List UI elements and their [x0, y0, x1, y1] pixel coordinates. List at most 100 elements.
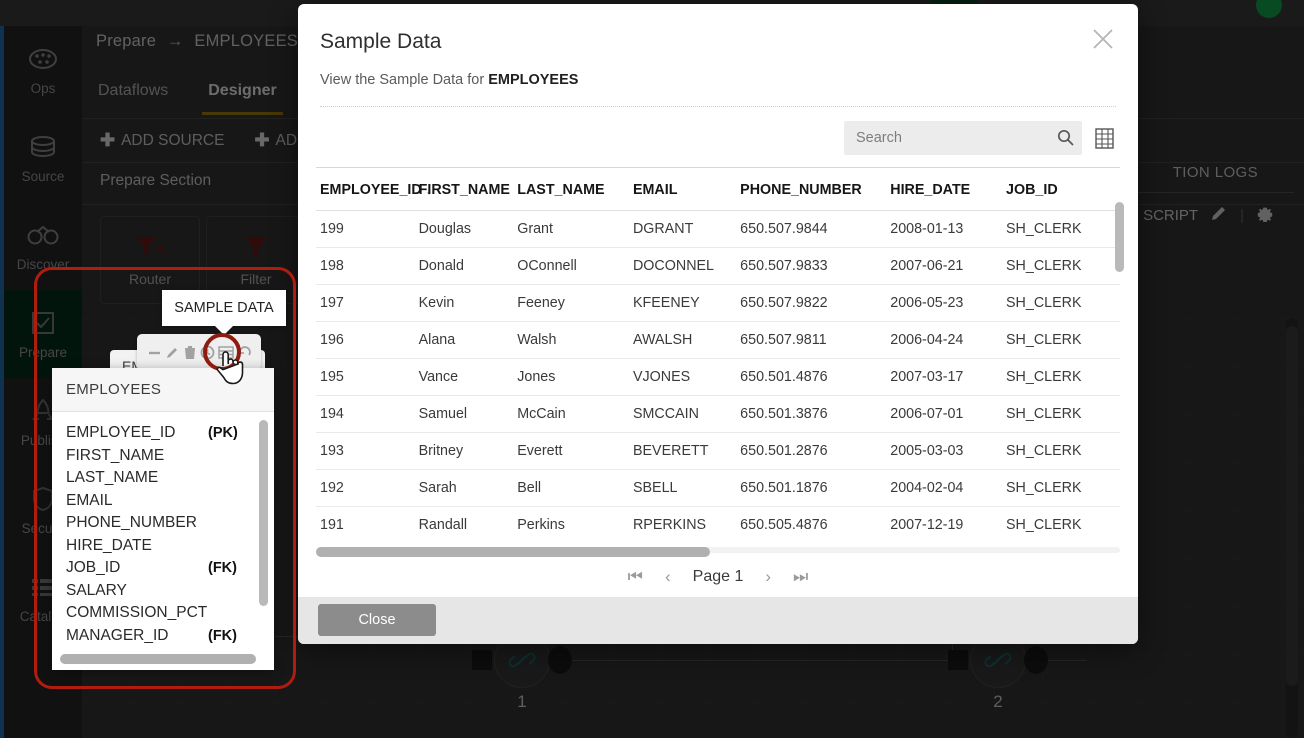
- popover-scroll-thumb[interactable]: [259, 420, 268, 606]
- popover-hscroll-thumb[interactable]: [60, 654, 256, 664]
- column-header-last-name[interactable]: LAST_NAME: [513, 168, 629, 211]
- search-icon[interactable]: [1057, 129, 1074, 151]
- popover-column-row[interactable]: EMPLOYEE_ID (PK): [66, 422, 274, 445]
- popover-vertical-scrollbar[interactable]: [259, 420, 268, 642]
- table-row[interactable]: 199 Douglas Grant DGRANT 650.507.9844 2008-01…: [316, 210, 1120, 248]
- column-header-employee-id[interactable]: EMPLOYEE_ID ↓: [316, 168, 432, 211]
- dialog-subtitle: View the Sample Data for EMPLOYEES: [320, 72, 1108, 88]
- table-cell-employee-id: 194: [316, 395, 415, 433]
- trash-icon[interactable]: [183, 344, 197, 360]
- join-node-2-output-port[interactable]: [1024, 646, 1048, 674]
- popover-column-row[interactable]: PHONE_NUMBER: [66, 512, 274, 535]
- table-row[interactable]: 194 Samuel McCain SMCCAIN 650.501.3876 2006-0…: [316, 395, 1120, 433]
- canvas-scroll-thumb[interactable]: [1286, 326, 1298, 686]
- table-cell-job-id: SH_CLERK: [1002, 395, 1120, 433]
- join-node-1-output-port[interactable]: [548, 646, 572, 674]
- popover-column-row[interactable]: SALARY: [66, 580, 274, 603]
- table-row[interactable]: 192 Sarah Bell SBELL 650.501.1876 2004-02-04 S…: [316, 469, 1120, 507]
- popover-column-row[interactable]: COMMISSION_PCT: [66, 602, 274, 625]
- join-node-1-input-port[interactable]: [472, 650, 492, 670]
- close-x-icon[interactable]: [1086, 22, 1120, 56]
- pagination-prev-button[interactable]: ‹: [665, 567, 671, 587]
- popover-column-name: EMPLOYEE_ID: [66, 424, 176, 441]
- table-cell-email: VJONES: [628, 358, 737, 396]
- database-icon: [26, 132, 60, 162]
- execution-logs-label: TION LOGS: [1172, 164, 1258, 181]
- popover-column-row[interactable]: HIRE_DATE: [66, 535, 274, 558]
- main-tabs: Dataflows Designer: [92, 76, 283, 115]
- table-grid-icon[interactable]: [1092, 125, 1116, 151]
- popover-column-list[interactable]: EMPLOYEE_ID (PK) FIRST_NAME LAST_NAME EMAIL P…: [52, 412, 274, 647]
- table-cell-phone-number: 650.501.1876: [736, 469, 887, 507]
- sample-data-dialog: Sample Data View the Sample Data for EMP…: [298, 4, 1138, 644]
- breadcrumb-root[interactable]: Prepare: [96, 32, 156, 50]
- column-header-phone-number[interactable]: PHONE_NUMBER: [736, 168, 886, 211]
- pagination-bar: ⏮ ‹ Page 1 › ⏭: [298, 553, 1138, 597]
- script-label[interactable]: SCRIPT: [1143, 207, 1198, 224]
- table-cell-hire-date: 2007-03-17: [886, 358, 1003, 396]
- close-button[interactable]: Close: [318, 604, 436, 637]
- canvas-vertical-scrollbar[interactable]: [1286, 318, 1298, 738]
- table-cell-hire-date: 2005-03-03: [886, 432, 1003, 470]
- table-row[interactable]: 191 Randall Perkins RPERKINS 650.505.4876 200…: [316, 506, 1120, 543]
- column-header-job-id[interactable]: JOB_ID: [1002, 168, 1120, 211]
- popover-column-key-badge: (FK): [208, 627, 237, 644]
- table-cell-first-name: Randall: [414, 506, 514, 543]
- table-cell-employee-id: 198: [316, 247, 415, 285]
- column-header-email[interactable]: EMAIL: [629, 168, 736, 211]
- table-cell-job-id: SH_CLERK: [1002, 210, 1120, 248]
- pagination-last-button[interactable]: ⏭: [793, 567, 808, 587]
- table-row[interactable]: 193 Britney Everett BEVERETT 650.501.2876 200…: [316, 432, 1120, 470]
- edit-script-icon[interactable]: [1210, 204, 1228, 226]
- table-row[interactable]: 198 Donald OConnell DOCONNEL 650.507.9833 200…: [316, 247, 1120, 285]
- table-cell-last-name: Feeney: [513, 284, 629, 322]
- table-vertical-scrollbar[interactable]: [1115, 202, 1124, 464]
- table-hscroll-thumb[interactable]: [316, 547, 710, 557]
- minus-icon[interactable]: [147, 345, 162, 360]
- popover-column-row[interactable]: LAST_NAME: [66, 467, 274, 490]
- table-cell-first-name: Samuel: [414, 395, 514, 433]
- tab-designer[interactable]: Designer: [202, 76, 283, 115]
- popover-column-row[interactable]: MANAGER_ID (FK): [66, 625, 274, 648]
- popover-column-key-badge: (FK): [208, 560, 237, 576]
- table-horizontal-scrollbar[interactable]: [316, 547, 1120, 557]
- popover-column-row[interactable]: EMAIL: [66, 490, 274, 513]
- dialog-subtitle-prefix: View the Sample Data for: [320, 72, 489, 88]
- hand-cursor-icon: [214, 346, 248, 391]
- breadcrumb-separator-icon: →: [166, 32, 184, 50]
- table-cell-first-name: Sarah: [414, 469, 514, 507]
- table-cell-hire-date: 2007-12-19: [886, 506, 1003, 543]
- table-row[interactable]: 196 Alana Walsh AWALSH 650.507.9811 2006-04-2…: [316, 321, 1120, 359]
- sidebar-item-source[interactable]: Source: [4, 114, 82, 202]
- popover-horizontal-scrollbar[interactable]: [60, 654, 256, 664]
- table-cell-hire-date: 2006-04-24: [886, 321, 1003, 359]
- join-node-2-input-port[interactable]: [948, 650, 968, 670]
- add-source-button[interactable]: ✚ ADD SOURCE: [100, 130, 224, 151]
- table-scroll-thumb[interactable]: [1115, 202, 1124, 272]
- search-box[interactable]: [844, 121, 1082, 155]
- tab-dataflows[interactable]: Dataflows: [92, 76, 174, 115]
- column-header-first-name[interactable]: FIRST_NAME: [415, 168, 514, 211]
- pagination-first-button[interactable]: ⏮: [628, 567, 643, 587]
- column-header-hire-date[interactable]: HIRE_DATE: [886, 168, 1002, 211]
- add-second-button[interactable]: ✚ AD: [254, 130, 297, 151]
- table-row[interactable]: 197 Kevin Feeney KFEENEY 650.507.9822 2006-05…: [316, 284, 1120, 322]
- pencil-icon[interactable]: [165, 345, 180, 360]
- join-node-1-label: 1: [517, 692, 527, 711]
- designer-toolbar: ✚ ADD SOURCE ✚ AD: [100, 130, 297, 151]
- table-cell-last-name: OConnell: [513, 247, 629, 285]
- table-cell-email: SMCCAIN: [628, 395, 737, 433]
- link-chain-icon: [508, 652, 536, 668]
- table-cell-phone-number: 650.507.9822: [736, 284, 887, 322]
- table-row[interactable]: 195 Vance Jones VJONES 650.501.4876 2007-03-1…: [316, 358, 1120, 396]
- pagination-next-button[interactable]: ›: [765, 567, 771, 587]
- search-input[interactable]: [854, 129, 1050, 147]
- table-cell-job-id: SH_CLERK: [1002, 506, 1120, 543]
- popover-column-row[interactable]: JOB_ID (FK): [66, 557, 274, 580]
- table-cell-job-id: SH_CLERK: [1002, 358, 1120, 396]
- dialog-toolbar: [298, 107, 1138, 167]
- popover-column-row[interactable]: FIRST_NAME: [66, 445, 274, 468]
- table-cell-hire-date: 2006-05-23: [886, 284, 1003, 322]
- gear-icon[interactable]: [1256, 204, 1274, 226]
- sidebar-item-ops[interactable]: Ops: [4, 26, 82, 114]
